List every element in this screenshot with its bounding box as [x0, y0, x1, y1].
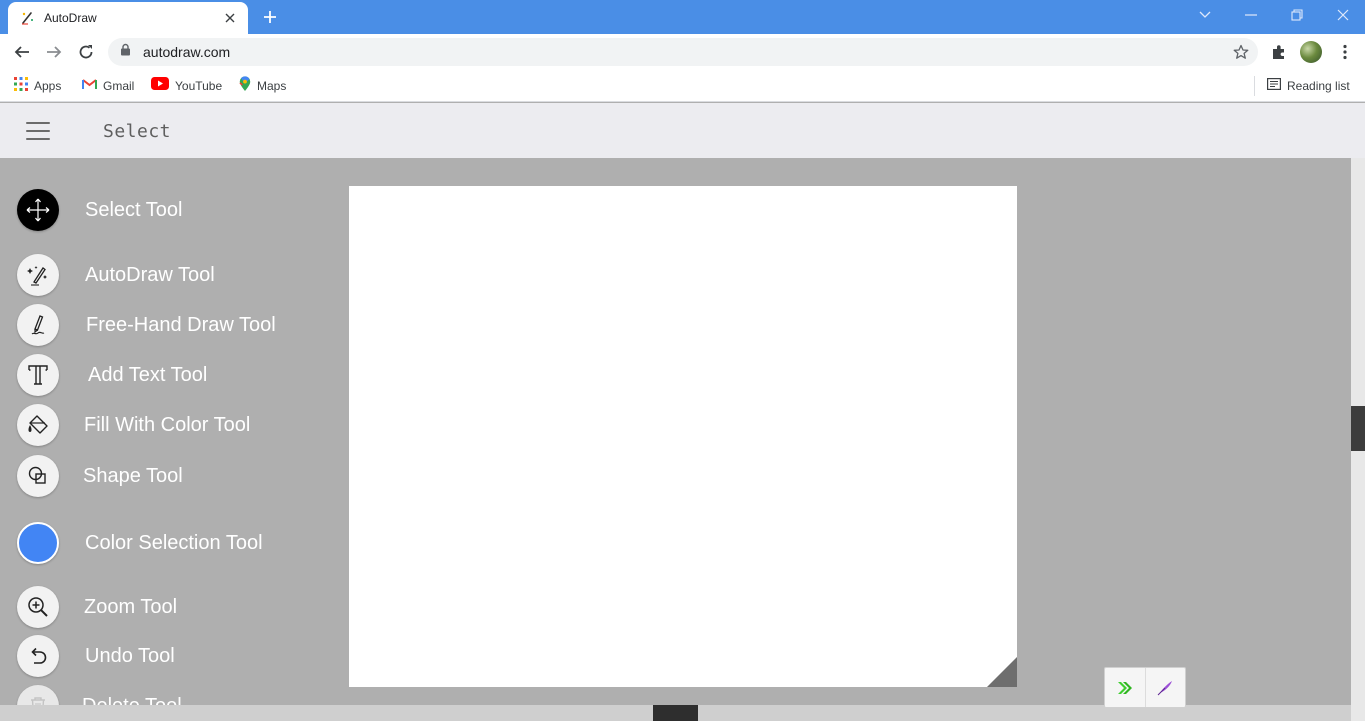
purple-quill-icon[interactable] — [1144, 668, 1186, 707]
address-bar[interactable]: autodraw.com — [108, 38, 1258, 66]
free-hand-draw-tool[interactable]: Free-Hand Draw Tool — [17, 304, 276, 346]
gmail-icon — [82, 77, 97, 95]
horizontal-scrollbar-thumb[interactable] — [653, 705, 698, 721]
color-selection-tool[interactable]: Color Selection Tool — [17, 522, 263, 564]
pencil-icon[interactable] — [17, 304, 59, 346]
tool-label: Fill With Color Tool — [84, 413, 251, 436]
autodraw-favicon-icon — [20, 10, 36, 26]
tool-label: Add Text Tool — [88, 363, 208, 386]
bookmark-maps[interactable]: Maps — [239, 75, 287, 97]
add-text-tool[interactable]: Add Text Tool — [17, 354, 207, 396]
close-window-icon[interactable] — [1329, 4, 1357, 26]
tool-label: Undo Tool — [85, 644, 175, 667]
color-swatch[interactable] — [17, 522, 59, 564]
back-arrow-icon[interactable] — [10, 40, 34, 64]
tool-label: Shape Tool — [83, 464, 183, 487]
apps-grid-icon — [14, 76, 28, 96]
fill-with-color-tool[interactable]: Fill With Color Tool — [17, 404, 250, 446]
shape-tool[interactable]: Shape Tool — [17, 455, 183, 497]
minimize-window-icon[interactable] — [1237, 4, 1265, 26]
autodraw-sparkle-pen-icon[interactable] — [17, 254, 59, 296]
app-header: Select — [0, 103, 1365, 158]
undo-icon[interactable] — [17, 635, 59, 677]
forward-arrow-icon[interactable] — [42, 40, 66, 64]
bookmark-gmail[interactable]: Gmail — [82, 76, 134, 96]
bookmark-youtube[interactable]: YouTube — [151, 76, 222, 96]
bookmark-label: Gmail — [103, 79, 135, 93]
drawing-canvas[interactable] — [349, 186, 1017, 687]
url-text[interactable]: autodraw.com — [143, 44, 230, 60]
current-mode-title: Select — [103, 121, 172, 142]
bookmark-label: YouTube — [175, 79, 223, 93]
browser-toolbar: autodraw.com — [0, 34, 1365, 70]
bookmark-label: Apps — [34, 79, 62, 93]
tab-search-chevron-icon[interactable] — [1191, 4, 1219, 26]
reading-list-button[interactable]: Reading list — [1267, 76, 1350, 96]
maps-icon — [239, 75, 251, 97]
canvas-resize-handle[interactable] — [987, 657, 1017, 687]
bookmark-apps[interactable]: Apps — [14, 76, 61, 96]
vertical-scrollbar-thumb[interactable] — [1351, 406, 1365, 451]
profile-avatar[interactable] — [1300, 41, 1322, 63]
zoom-tool[interactable]: Zoom Tool — [17, 586, 177, 628]
reading-list-icon — [1267, 77, 1282, 95]
bookmarks-bar: Apps Gmail YouTube Maps Reading list — [0, 70, 1365, 102]
text-t-icon[interactable] — [17, 354, 59, 396]
tool-label: AutoDraw Tool — [85, 263, 215, 286]
restore-window-icon[interactable] — [1283, 4, 1311, 26]
reload-icon[interactable] — [74, 40, 98, 64]
tab-title: AutoDraw — [44, 11, 97, 25]
tool-label: Select Tool — [85, 198, 183, 221]
move-arrows-icon[interactable] — [17, 189, 59, 231]
hamburger-menu-icon[interactable] — [26, 120, 50, 142]
green-chevrons-icon[interactable] — [1105, 668, 1145, 707]
extensions-puzzle-icon[interactable] — [1268, 41, 1290, 63]
reading-list-label: Reading list — [1287, 79, 1350, 93]
bookmark-label: Maps — [257, 79, 287, 93]
undo-tool[interactable]: Undo Tool — [17, 635, 175, 677]
autodraw-tool[interactable]: AutoDraw Tool — [17, 254, 215, 296]
extension-badge — [1104, 667, 1186, 708]
select-tool[interactable]: Select Tool — [17, 189, 182, 231]
tool-label: Free-Hand Draw Tool — [86, 313, 276, 336]
lock-icon[interactable] — [120, 43, 131, 61]
browser-tab-strip: AutoDraw — [0, 0, 1365, 34]
bookmark-star-icon[interactable] — [1232, 43, 1250, 61]
zoom-in-icon[interactable] — [17, 586, 59, 628]
bookmarks-divider — [1254, 76, 1255, 96]
browser-menu-kebab-icon[interactable] — [1334, 41, 1356, 63]
close-tab-icon[interactable] — [222, 10, 238, 26]
paint-bucket-icon[interactable] — [17, 404, 59, 446]
tool-label: Color Selection Tool — [85, 531, 263, 554]
shapes-icon[interactable] — [17, 455, 59, 497]
browser-tab[interactable]: AutoDraw — [8, 2, 248, 34]
new-tab-button[interactable] — [258, 5, 282, 29]
tool-label: Zoom Tool — [84, 595, 178, 618]
youtube-icon — [151, 77, 169, 95]
